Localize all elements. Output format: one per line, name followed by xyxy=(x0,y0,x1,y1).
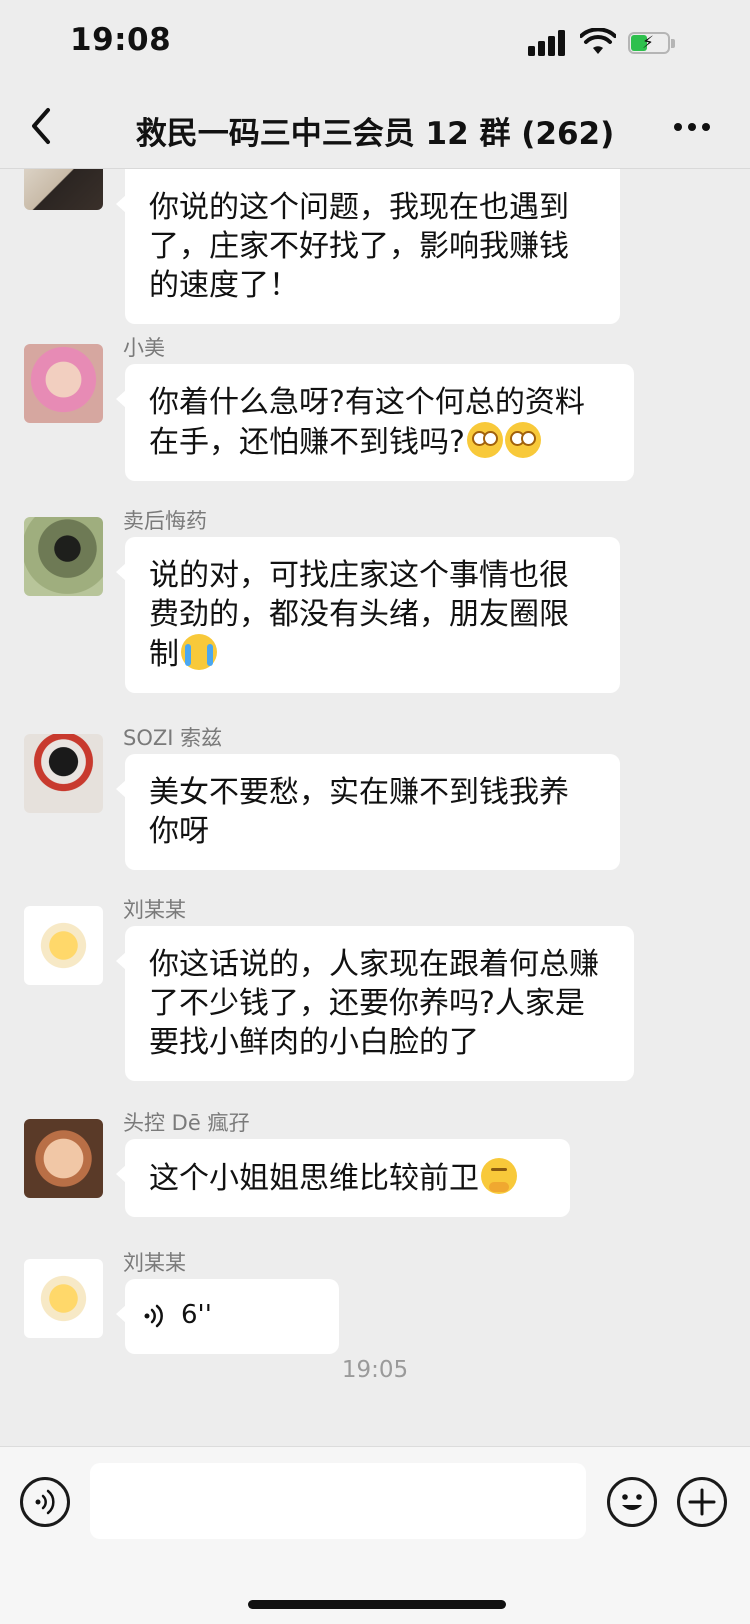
sender-name: 刘某某 xyxy=(123,1251,186,1275)
message-timestamp: 19:05 xyxy=(341,1357,409,1383)
message-bubble[interactable]: 这个小姐姐思维比较前卫 xyxy=(116,1139,570,1217)
flushed-face-emoji-icon xyxy=(466,422,503,458)
message-text: 你这话说的，人家现在跟着何总赚了不少钱了，还要你养吗?人家是要找小鲜肉的小白脸的… xyxy=(149,947,599,1060)
voice-input-button[interactable] xyxy=(20,1477,70,1527)
voice-input-icon xyxy=(35,1489,55,1515)
voice-wave-icon xyxy=(144,1304,163,1328)
sender-name: 卖后悔药 xyxy=(123,509,207,533)
more-actions-button[interactable] xyxy=(677,1477,727,1527)
battery-icon: ⚡ xyxy=(628,32,678,56)
voice-message-bubble[interactable]: 6'' xyxy=(116,1279,339,1354)
wifi-icon xyxy=(580,28,616,54)
input-bar xyxy=(0,1446,750,1624)
avatar[interactable] xyxy=(24,906,103,985)
thinking-face-emoji-icon xyxy=(481,1158,517,1194)
message-bubble[interactable]: 美女不要愁，实在赚不到钱我养你呀 xyxy=(116,754,620,870)
avatar[interactable] xyxy=(24,517,103,596)
message-text: 这个小姐姐思维比较前卫 xyxy=(149,1161,479,1196)
plus-icon xyxy=(688,1488,716,1516)
sender-name: SOZI 索兹 xyxy=(123,726,223,750)
group-title: 救民一码三中三会员 12 群 (262) xyxy=(135,116,615,152)
smiley-face-icon xyxy=(622,1494,642,1510)
message-bubble[interactable]: 你说的这个问题，我现在也遇到了，庄家不好找了，影响我赚钱的速度了！ xyxy=(116,169,620,324)
avatar[interactable] xyxy=(24,1259,103,1338)
message-bubble[interactable]: 你这话说的，人家现在跟着何总赚了不少钱了，还要你养吗?人家是要找小鲜肉的小白脸的… xyxy=(116,926,634,1081)
message-bubble[interactable]: 你着什么急呀?有这个何总的资料在手，还怕赚不到钱吗? xyxy=(116,364,634,481)
message-input[interactable] xyxy=(90,1463,586,1539)
message-list[interactable]: 你说的这个问题，我现在也遇到了，庄家不好找了，影响我赚钱的速度了！ 小美 你着什… xyxy=(0,169,750,1445)
more-options-icon[interactable] xyxy=(672,112,712,142)
avatar[interactable] xyxy=(24,169,103,210)
chat-header: 救民一码三中三会员 12 群 (262) xyxy=(0,88,750,169)
sender-name: 小美 xyxy=(123,336,165,360)
home-indicator xyxy=(248,1600,506,1609)
sender-name: 刘某某 xyxy=(123,898,186,922)
message-text: 你说的这个问题，我现在也遇到了，庄家不好找了，影响我赚钱的速度了！ xyxy=(149,190,569,303)
sender-name: 头控 Dē 瘋孖 xyxy=(123,1111,250,1135)
crying-face-emoji-icon xyxy=(181,634,217,670)
status-bar: 19:08 ⚡ xyxy=(0,0,750,88)
avatar[interactable] xyxy=(24,734,103,813)
message-text: 美女不要愁，实在赚不到钱我养你呀 xyxy=(149,775,569,849)
status-time: 19:08 xyxy=(70,22,172,58)
avatar[interactable] xyxy=(24,344,103,423)
voice-duration: 6'' xyxy=(181,1300,212,1330)
flushed-face-emoji-icon xyxy=(504,422,541,458)
cellular-signal-icon xyxy=(528,30,570,56)
emoji-button[interactable] xyxy=(607,1477,657,1527)
avatar[interactable] xyxy=(24,1119,103,1198)
message-bubble[interactable]: 说的对，可找庄家这个事情也很费劲的，都没有头绪，朋友圈限制 xyxy=(116,537,620,693)
